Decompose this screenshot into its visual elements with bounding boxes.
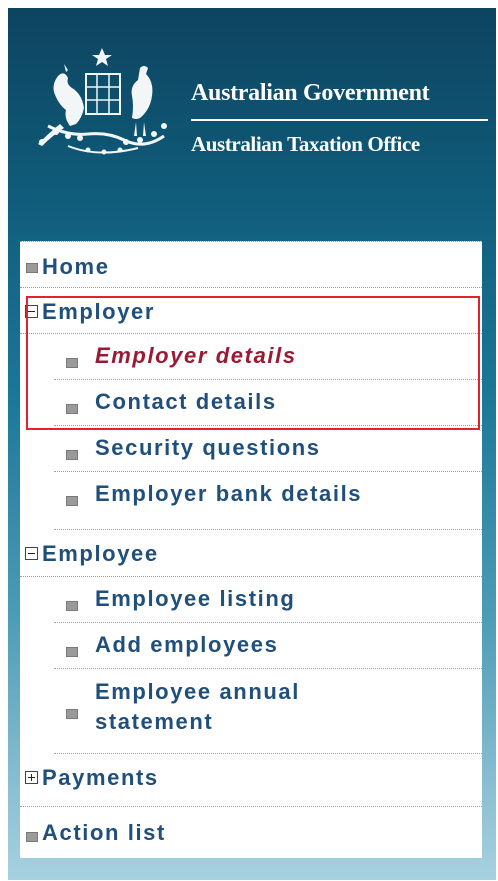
menu-group-payments-label[interactable]: Payments [42,765,159,791]
menu-group-employer[interactable]: Employer [20,288,482,334]
bullet-square-icon [66,709,78,719]
menu-item-employer-details[interactable]: Employer details [54,334,482,380]
menu-item-employer-bank-details[interactable]: Employer bank details [54,472,482,530]
menu-item-add-employees-label[interactable]: Add employees [95,632,278,658]
collapse-minus-icon[interactable] [25,305,38,318]
menu-item-employer-bank-details-label[interactable]: Employer bank details [95,481,362,507]
expand-plus-icon[interactable] [25,771,38,784]
menu-item-add-employees[interactable]: Add employees [54,623,482,669]
menu-item-employee-listing-label[interactable]: Employee listing [95,586,295,612]
menu-item-security-questions-label[interactable]: Security questions [95,435,321,461]
menu-item-annual-statement-line2[interactable]: statement [95,709,213,735]
header-banner: Australian Government Australian Taxatio… [8,8,496,233]
government-title: Australian Government [191,80,430,106]
menu-group-employer-label[interactable]: Employer [42,299,155,325]
bullet-square-icon [26,263,38,273]
bullet-square-icon [66,647,78,657]
coat-of-arms-logo [38,48,167,155]
menu-item-action-list-label[interactable]: Action list [42,820,166,846]
menu-item-annual-statement-line1[interactable]: Employee annual [95,679,300,705]
bullet-square-icon [66,601,78,611]
collapse-minus-icon[interactable] [25,547,38,560]
bullet-square-icon [66,450,78,460]
menu-item-home-label[interactable]: Home [42,254,110,280]
menu-item-employee-annual-statement[interactable]: Employee annual statement [54,669,482,754]
agency-title: Australian Taxation Office [191,132,420,156]
navigation-menu: Home Employer Employer details Contact d… [20,241,482,858]
menu-group-payments[interactable]: Payments [20,754,482,807]
menu-group-employee-label[interactable]: Employee [42,541,159,567]
menu-item-home[interactable]: Home [20,241,482,288]
bullet-square-icon [66,404,78,414]
menu-item-employer-details-label[interactable]: Employer details [95,343,297,369]
bullet-square-icon [66,496,78,506]
menu-item-employee-listing[interactable]: Employee listing [54,577,482,623]
header-divider [191,119,488,121]
menu-item-contact-details-label[interactable]: Contact details [95,389,277,415]
menu-item-action-list[interactable]: Action list [20,807,482,858]
menu-item-contact-details[interactable]: Contact details [54,380,482,426]
menu-item-security-questions[interactable]: Security questions [54,426,482,472]
menu-group-employee[interactable]: Employee [20,530,482,577]
bullet-square-icon [26,832,38,842]
bullet-square-icon [66,358,78,368]
